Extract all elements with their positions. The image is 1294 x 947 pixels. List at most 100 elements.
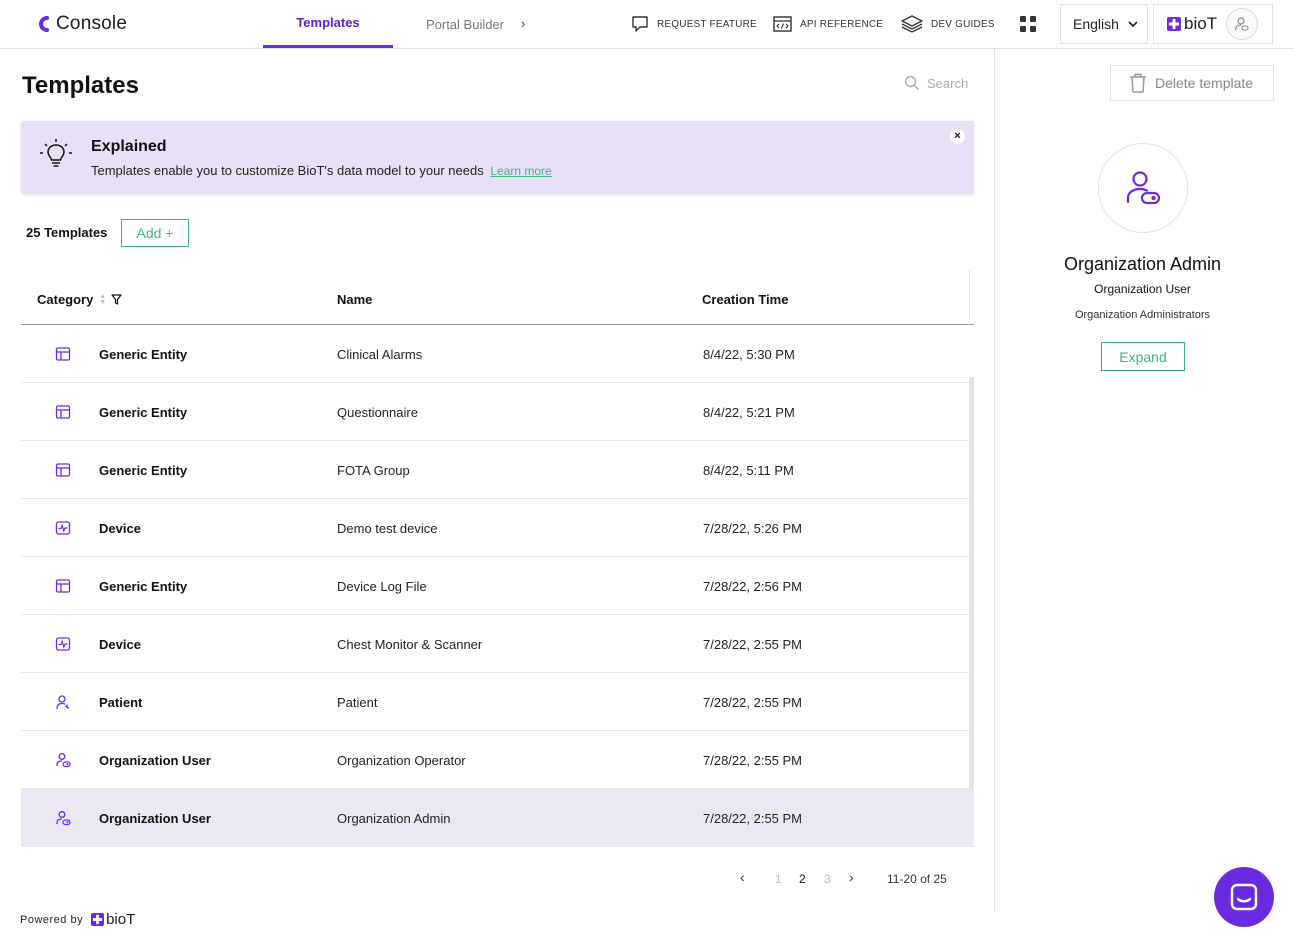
tab-templates[interactable]: Templates [263, 0, 393, 48]
add-template-button[interactable]: Add + [121, 219, 189, 247]
app-name: Console [56, 13, 128, 34]
next-page-button[interactable]: › [849, 869, 854, 885]
console-logo[interactable]: Console [36, 13, 127, 35]
column-header-category[interactable]: Category ▲ ▼ [37, 292, 122, 307]
detail-avatar [1098, 143, 1188, 233]
console-logo-icon [39, 16, 49, 32]
organization-user-icon [55, 810, 71, 826]
row-category: Organization User [99, 811, 211, 826]
detail-title: Organization Admin [1063, 254, 1222, 274]
brand-name: bioT [1184, 14, 1218, 33]
table-scrollbar[interactable] [969, 377, 974, 789]
template-count: 25 Templates [26, 225, 108, 240]
expand-button[interactable]: Expand [1101, 342, 1185, 371]
banner-text: Templates enable you to customize BioT's… [91, 163, 552, 178]
trash-icon [1130, 73, 1146, 93]
table-header: Category ▲ ▼ Name Creation Time [21, 270, 974, 325]
row-creation-time: 8/4/22, 5:11 PM [703, 463, 794, 478]
table-row[interactable]: Generic Entity FOTA Group 8/4/22, 5:11 PM [21, 441, 974, 499]
generic-entity-icon [55, 404, 71, 420]
filter-icon[interactable] [111, 294, 122, 305]
row-creation-time: 7/28/22, 2:55 PM [703, 811, 803, 826]
layers-icon [901, 15, 923, 33]
chevron-right-icon[interactable]: › [521, 16, 525, 31]
powered-by-brand: bioT [106, 911, 136, 928]
request-feature-link[interactable]: REQUEST FEATURE [631, 14, 757, 34]
row-category: Generic Entity [99, 579, 188, 594]
page-3-button[interactable]: 3 [824, 872, 831, 886]
table-row[interactable]: Device Demo test device 7/28/22, 5:26 PM [21, 499, 974, 557]
row-name: Patient [337, 695, 378, 710]
row-category: Generic Entity [99, 347, 188, 362]
tab-portal-builder[interactable]: Portal Builder [415, 0, 515, 48]
detail-description: Organization Administrators [1074, 309, 1211, 321]
column-header-name[interactable]: Name [337, 292, 372, 307]
table-row[interactable]: Device Chest Monitor & Scanner 7/28/22, 2:… [21, 615, 974, 673]
chat-launcher-button[interactable] [1214, 867, 1274, 927]
row-category: Device [99, 521, 141, 536]
user-avatar[interactable] [1226, 8, 1258, 40]
code-window-icon [773, 16, 792, 32]
language-select[interactable]: English [1060, 4, 1148, 44]
powered-by-label: Powered by [20, 913, 84, 926]
dev-guides-link[interactable]: DEV GUIDES [901, 14, 995, 34]
page-range: 11-20 of 25 [887, 872, 947, 886]
row-creation-time: 7/28/22, 2:56 PM [703, 579, 803, 594]
dev-guides-label: DEV GUIDES [931, 18, 995, 30]
chat-icon [1230, 883, 1258, 911]
column-header-creation-time[interactable]: Creation Time [702, 292, 788, 307]
top-header: Console Templates Portal Builder › REQUE… [0, 0, 1294, 49]
biot-logo-icon [91, 913, 105, 926]
row-name: Demo test device [337, 521, 438, 536]
category-header-label: Category [37, 292, 94, 307]
row-category: Patient [99, 695, 143, 710]
table-row[interactable]: Generic Entity Device Log File 7/28/22, 2:… [21, 557, 974, 615]
request-feature-label: REQUEST FEATURE [657, 18, 757, 30]
generic-entity-icon [55, 578, 71, 594]
api-reference-link[interactable]: API REFERENCE [773, 14, 883, 34]
page-2-button[interactable]: 2 [799, 872, 806, 886]
detail-panel-divider [994, 49, 995, 912]
column-divider [969, 270, 970, 323]
table-row[interactable]: Organization User Organization Operator 7/… [21, 731, 974, 789]
api-reference-label: API REFERENCE [800, 18, 884, 30]
prev-page-button[interactable]: ‹ [740, 869, 745, 885]
row-name: FOTA Group [337, 463, 410, 478]
row-name: Chest Monitor & Scanner [337, 637, 483, 652]
page-1-button[interactable]: 1 [775, 872, 782, 886]
row-name: Organization Admin [337, 811, 451, 826]
row-category: Generic Entity [99, 463, 188, 478]
sort-icon[interactable]: ▲ ▼ [99, 293, 106, 306]
delete-template-button[interactable]: Delete template [1110, 65, 1274, 101]
row-creation-time: 7/28/22, 5:26 PM [703, 521, 803, 536]
chat-bubble-icon [632, 16, 648, 32]
table-row[interactable]: Generic Entity Questionnaire 8/4/22, 5:21 … [21, 383, 974, 441]
learn-more-link[interactable]: Learn more [490, 164, 551, 178]
chevron-down-icon [1128, 20, 1138, 27]
table-row[interactable]: Generic Entity Clinical Alarms 8/4/22, 5:3… [21, 325, 974, 383]
table-row[interactable]: Patient Patient 7/28/22, 2:55 PM [21, 673, 974, 731]
row-name: Clinical Alarms [337, 347, 423, 362]
close-icon[interactable]: × [950, 129, 965, 144]
explained-banner: Explained Templates enable you to custom… [21, 121, 974, 194]
powered-by: Powered by bioT [20, 911, 135, 928]
row-creation-time: 8/4/22, 5:30 PM [703, 347, 795, 362]
search-placeholder: Search [927, 75, 969, 91]
lightbulb-icon [40, 139, 72, 167]
page-title: Templates [22, 72, 139, 99]
row-category: Device [99, 637, 141, 652]
biot-logo-icon [1167, 17, 1181, 31]
row-creation-time: 7/28/22, 2:55 PM [703, 637, 803, 652]
device-icon [55, 636, 71, 652]
row-name: Device Log File [337, 579, 427, 594]
row-category: Organization User [99, 753, 211, 768]
generic-entity-icon [55, 462, 71, 478]
table-row[interactable]: Organization User Organization Admin 7/28/… [21, 789, 974, 847]
search-input[interactable]: Search [904, 75, 968, 91]
row-creation-time: 7/28/22, 2:55 PM [703, 753, 803, 768]
device-icon [55, 520, 71, 536]
row-category: Generic Entity [99, 405, 188, 420]
organization-user-icon [55, 752, 71, 768]
templates-table: Category ▲ ▼ Name Creation Time Generic E… [21, 270, 974, 847]
apps-grid-icon[interactable] [1020, 16, 1036, 32]
